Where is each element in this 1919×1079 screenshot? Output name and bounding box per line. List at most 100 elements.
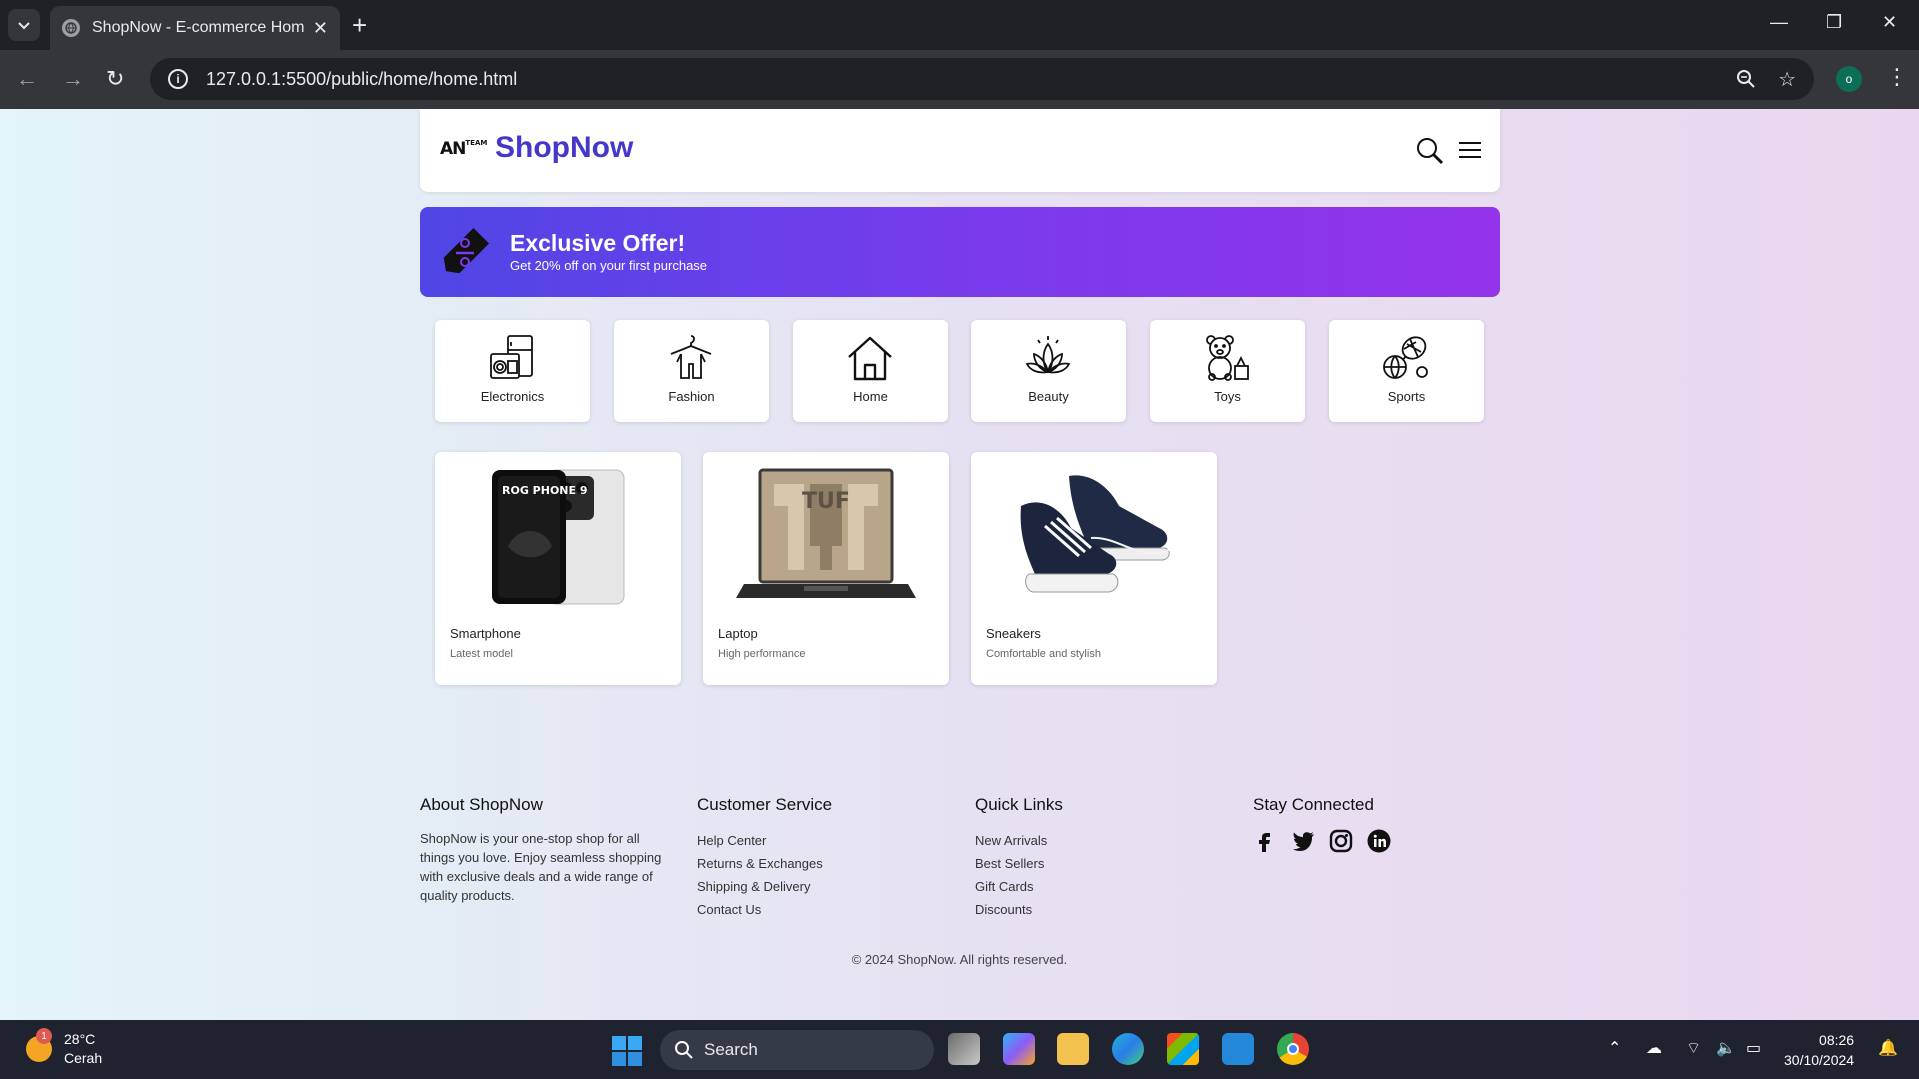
hamburger-menu-icon[interactable]	[1458, 140, 1482, 160]
footer-link[interactable]: Contact Us	[697, 898, 832, 921]
product-image: ROG PHONE 9	[435, 466, 681, 606]
sun-icon: 1	[26, 1028, 52, 1062]
instagram-icon[interactable]	[1329, 829, 1353, 853]
copilot-icon[interactable]	[1003, 1033, 1035, 1065]
lotus-icon	[1025, 336, 1071, 374]
product-name: Laptop	[718, 626, 758, 641]
system-clock[interactable]: 08:26 30/10/2024	[1784, 1030, 1854, 1070]
product-name: Sneakers	[986, 626, 1041, 641]
linkedin-icon[interactable]	[1367, 829, 1391, 853]
footer-link[interactable]: Discounts	[975, 898, 1063, 921]
close-tab-icon[interactable]: ✕	[313, 18, 328, 39]
category-label: Sports	[1387, 389, 1426, 404]
footer-heading: About ShopNow	[420, 795, 543, 814]
category-label: Home	[853, 389, 888, 404]
footer-heading: Stay Connected	[1253, 795, 1374, 814]
product-card-laptop[interactable]: TUF Laptop High performance	[703, 452, 949, 685]
clock-time: 08:26	[1819, 1032, 1855, 1048]
weather-widget[interactable]: 1 28°C Cerah	[26, 1028, 102, 1068]
back-icon[interactable]: ←	[16, 66, 38, 92]
close-window-icon[interactable]: ✕	[1882, 12, 1897, 33]
notification-badge: 1	[36, 1028, 52, 1044]
logo-small-text: TEAM	[465, 139, 488, 147]
address-bar[interactable]: i 127.0.0.1:5500/public/home/home.html ☆	[150, 58, 1814, 100]
url-text[interactable]: 127.0.0.1:5500/public/home/home.html	[206, 69, 1714, 90]
minimize-icon[interactable]: —	[1770, 12, 1788, 33]
taskbar-search-label: Search	[704, 1040, 758, 1059]
product-image: TUF	[703, 466, 949, 606]
social-links	[1253, 829, 1391, 853]
weather-temp: 28°C	[64, 1031, 96, 1047]
offer-banner[interactable]: Exclusive Offer! Get 20% off on your fir…	[420, 207, 1500, 297]
search-icon[interactable]	[1416, 137, 1444, 165]
footer-link[interactable]: Best Sellers	[975, 852, 1063, 875]
brand-name[interactable]: ShopNow	[495, 131, 633, 165]
site-header: ANTEAM ShopNow	[420, 109, 1500, 192]
new-tab-button[interactable]: +	[352, 10, 367, 40]
zoom-icon[interactable]	[1736, 69, 1756, 89]
category-fashion[interactable]: Fashion	[614, 320, 769, 422]
product-image	[971, 466, 1217, 606]
team-logo[interactable]: ANTEAM	[440, 139, 487, 159]
windows-start-icon[interactable]	[612, 1036, 642, 1066]
file-explorer-icon[interactable]	[1057, 1033, 1089, 1065]
taskbar-search[interactable]: Search	[660, 1030, 934, 1070]
battery-icon[interactable]: ▭	[1746, 1038, 1761, 1058]
site-info-icon[interactable]: i	[168, 69, 188, 89]
chevron-down-icon	[18, 22, 30, 30]
category-home[interactable]: Home	[793, 320, 948, 422]
footer-link[interactable]: Returns & Exchanges	[697, 852, 832, 875]
profile-avatar[interactable]: o	[1836, 66, 1862, 92]
vscode-icon[interactable]	[1222, 1033, 1254, 1065]
product-description: Latest model	[450, 648, 513, 660]
category-label: Fashion	[668, 389, 715, 404]
show-hidden-icons-icon[interactable]: ⌃	[1608, 1038, 1621, 1058]
footer-heading: Customer Service	[697, 795, 833, 814]
restore-icon[interactable]: ❐	[1826, 12, 1842, 33]
edge-icon[interactable]	[1112, 1033, 1144, 1065]
product-description: Comfortable and stylish	[986, 648, 1101, 660]
search-icon	[675, 1041, 693, 1059]
browser-tab-strip: ShopNow - E-commerce Home ✕ + — ❐ ✕	[0, 0, 1919, 50]
sneakers-image	[1020, 475, 1170, 593]
laptop-image: TUF	[736, 468, 916, 598]
tab-search-button[interactable]	[8, 9, 40, 41]
microsoft-store-icon[interactable]	[1167, 1033, 1199, 1065]
footer-link[interactable]: New Arrivals	[975, 829, 1063, 852]
category-toys[interactable]: Toys	[1150, 320, 1305, 422]
onedrive-icon[interactable]: ☁	[1646, 1038, 1662, 1058]
notifications-icon[interactable]: 🔔	[1878, 1038, 1898, 1058]
house-icon	[848, 336, 892, 381]
category-sports[interactable]: Sports	[1329, 320, 1484, 422]
browser-tab[interactable]: ShopNow - E-commerce Home ✕	[50, 6, 340, 50]
offer-subtitle: Get 20% off on your first purchase	[510, 258, 708, 273]
footer-link[interactable]: Gift Cards	[975, 875, 1063, 898]
category-label: Toys	[1214, 389, 1241, 404]
category-label: Beauty	[1028, 389, 1069, 404]
task-view-icon[interactable]	[948, 1033, 980, 1065]
chrome-icon[interactable]	[1277, 1033, 1309, 1065]
category-electronics[interactable]: Electronics	[435, 320, 590, 422]
twitter-icon[interactable]	[1291, 829, 1315, 853]
product-card-smartphone[interactable]: ROG PHONE 9 Smartphone Latest model	[435, 452, 681, 685]
bookmark-star-icon[interactable]: ☆	[1778, 67, 1796, 92]
product-name: Smartphone	[450, 626, 521, 641]
teddy-bear-icon	[1206, 335, 1249, 381]
wifi-icon[interactable]: ⌔	[1686, 1038, 1701, 1058]
more-menu-icon[interactable]: ⋮	[1886, 64, 1908, 90]
page-viewport: ANTEAM ShopNow Exclusive Offer! Get 20% …	[0, 109, 1919, 1020]
phone-image-text: ROG PHONE 9	[502, 484, 588, 497]
offer-title: Exclusive Offer!	[510, 230, 686, 256]
taskbar: 1 28°C Cerah Search ⌃ ☁ ⌔ 🔈 ▭ 08:26 30/1…	[0, 1020, 1919, 1079]
product-card-sneakers[interactable]: Sneakers Comfortable and stylish	[971, 452, 1217, 685]
footer-heading: Quick Links	[975, 795, 1063, 814]
laptop-image-text: TUF	[802, 489, 850, 514]
category-beauty[interactable]: Beauty	[971, 320, 1126, 422]
reload-icon[interactable]: ↻	[106, 66, 124, 92]
forward-icon[interactable]: →	[62, 66, 84, 92]
volume-icon[interactable]: 🔈	[1716, 1038, 1736, 1058]
facebook-icon[interactable]	[1253, 829, 1277, 853]
smartphone-image: ROG PHONE 9	[492, 469, 625, 605]
footer-link[interactable]: Help Center	[697, 829, 832, 852]
footer-link[interactable]: Shipping & Delivery	[697, 875, 832, 898]
